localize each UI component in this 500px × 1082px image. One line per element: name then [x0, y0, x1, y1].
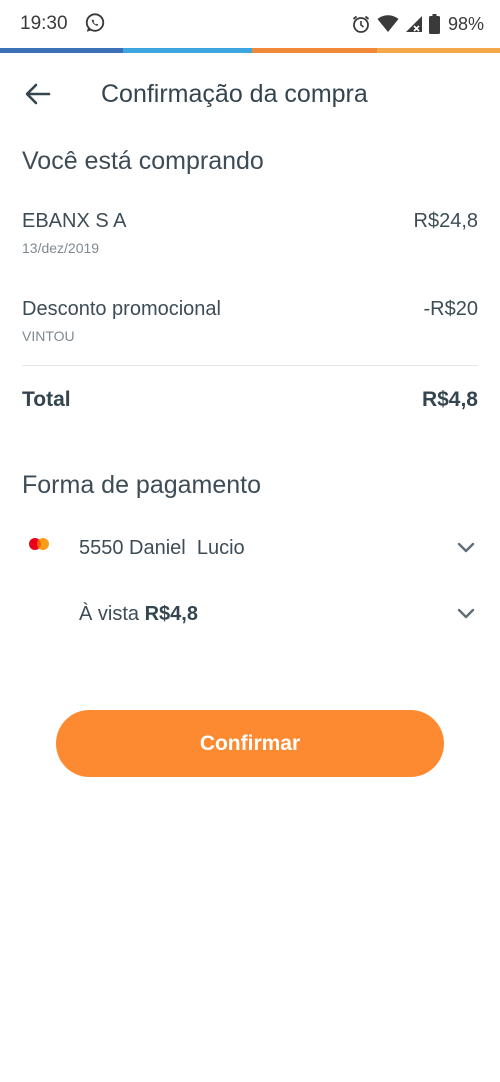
payment-section-title: Forma de pagamento [22, 471, 262, 499]
total-label: Total [22, 388, 71, 411]
merchant-name: EBANX S A [22, 210, 127, 232]
status-bar: 19:30 98% [0, 0, 500, 48]
page-title: Confirmação da compra [101, 80, 368, 108]
purchase-amount: R$24,8 [413, 210, 479, 232]
mastercard-icon [29, 538, 49, 550]
strip-segment [123, 48, 252, 53]
chevron-down-icon[interactable] [456, 541, 476, 555]
strip-segment [252, 48, 377, 53]
status-time: 19:30 [20, 13, 68, 34]
discount-label: Desconto promocional [22, 298, 221, 320]
installment-amount: R$4,8 [144, 603, 198, 625]
alarm-icon [352, 15, 370, 33]
total-value: R$4,8 [421, 388, 478, 411]
chevron-down-icon[interactable] [456, 607, 476, 621]
purchase-date: 13/dez/2019 [22, 240, 100, 256]
divider [22, 365, 478, 366]
installment-prefix: À vista [79, 603, 145, 625]
discount-code: VINTOU [22, 328, 75, 344]
whatsapp-icon [85, 13, 105, 32]
strip-segment [0, 48, 123, 53]
installment-selector[interactable]: À vista R$4,8 [79, 603, 198, 626]
strip-segment [377, 48, 500, 53]
wifi-icon [377, 15, 399, 32]
brand-color-strip [0, 48, 500, 53]
status-icons: 98% [351, 12, 484, 36]
signal-icon [405, 16, 422, 32]
payment-card-selector[interactable]: 5550 Daniel Lucio [79, 537, 245, 560]
battery-icon [428, 14, 440, 34]
discount-amount: -R$20 [423, 298, 478, 320]
battery-percent: 98% [447, 13, 484, 34]
purchase-section-title: Você está comprando [22, 147, 264, 175]
arrow-left-icon[interactable] [24, 80, 52, 108]
confirm-button[interactable]: Confirmar [56, 710, 444, 777]
